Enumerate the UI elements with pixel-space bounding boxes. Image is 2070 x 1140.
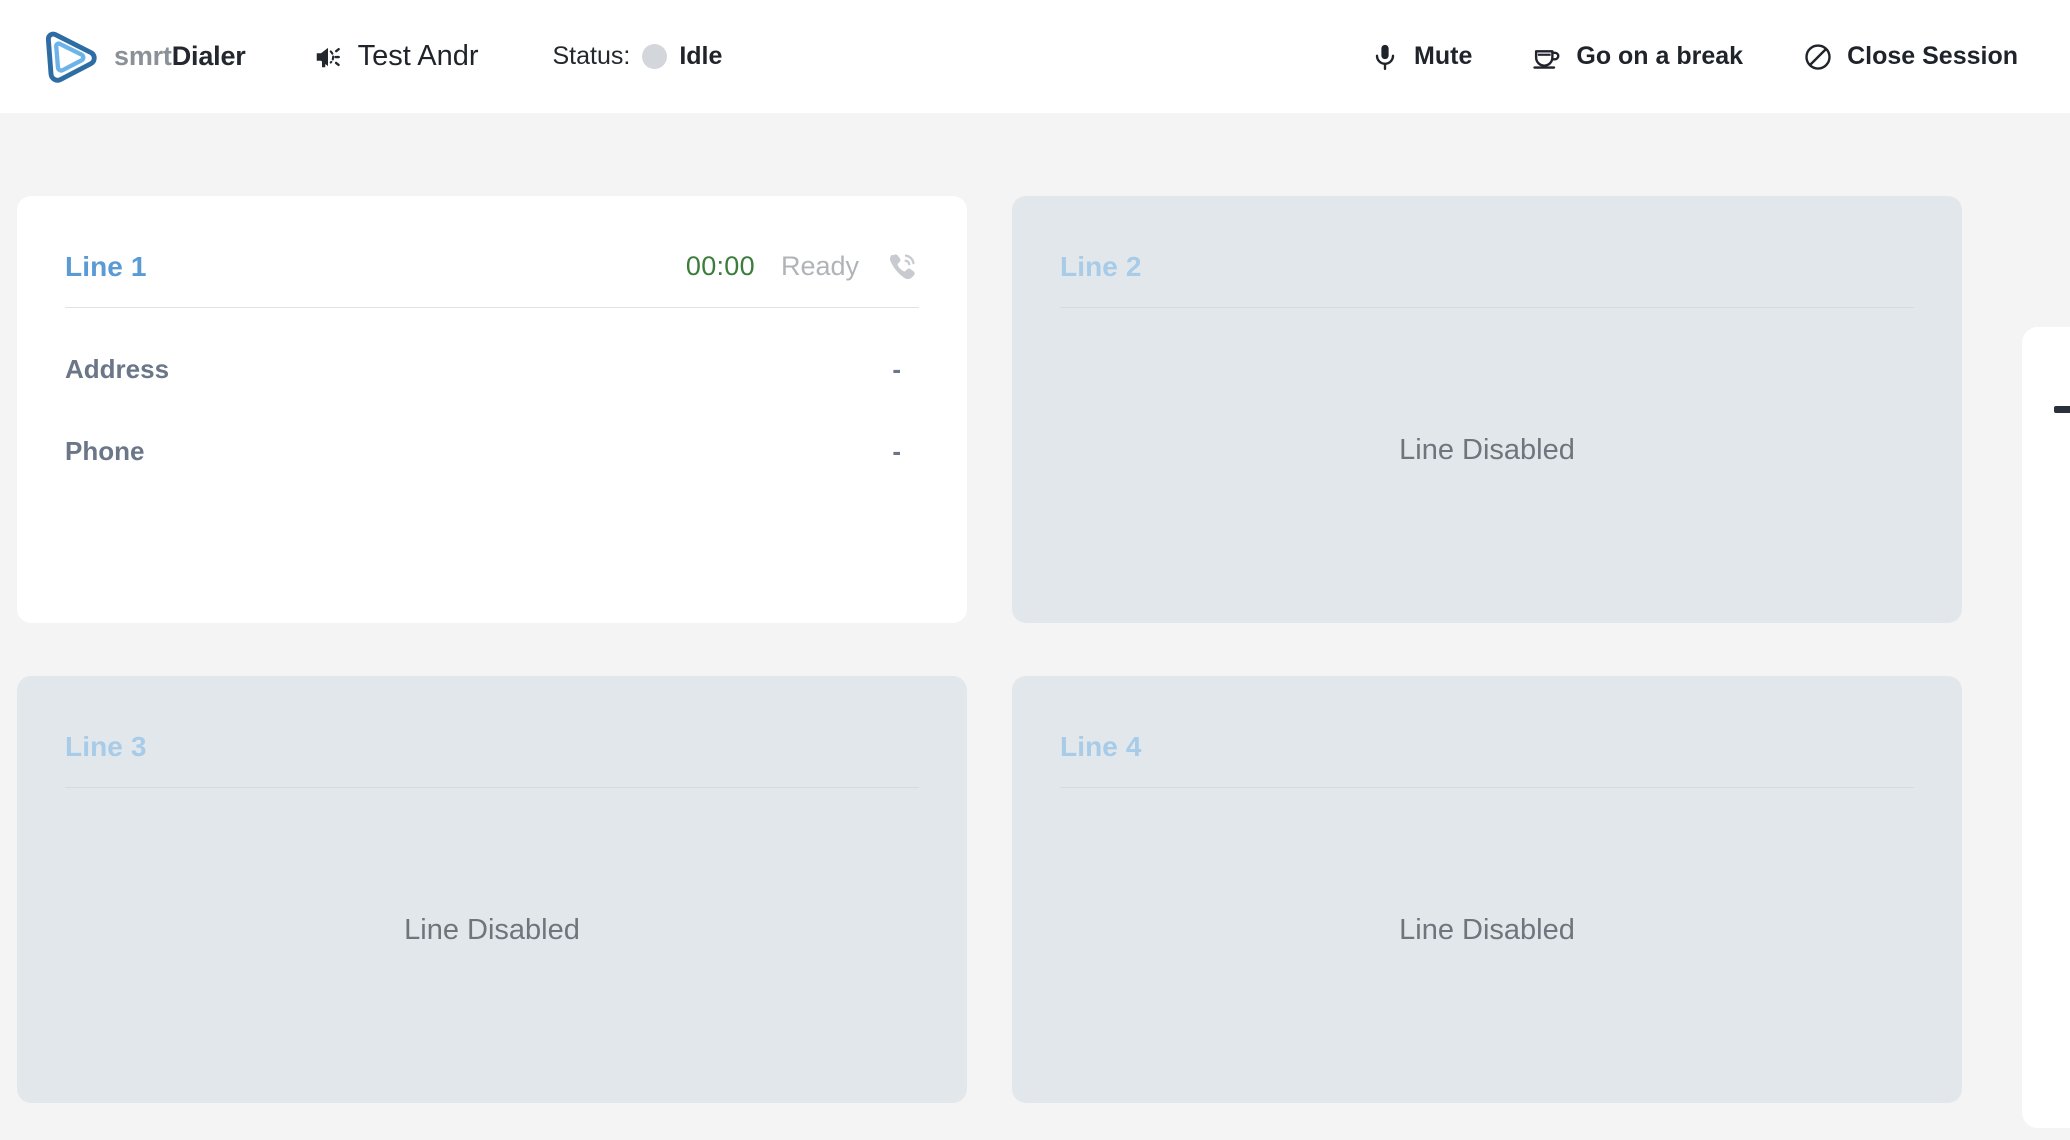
detail-value-address: - xyxy=(892,354,901,384)
close-session-button[interactable]: Close Session xyxy=(1773,42,2048,72)
brand-text-light: smrt xyxy=(114,41,172,71)
line-card-2-disabled-message: Line Disabled xyxy=(1399,434,1575,466)
phone-ringing-icon xyxy=(889,253,915,279)
line-card-4-header: Line 4 xyxy=(1060,706,1914,788)
line-card-4: Line 4 Line Disabled xyxy=(1012,676,1962,1103)
minus-dash-icon[interactable] xyxy=(2054,406,2070,413)
line-card-2-title: Line 2 xyxy=(1060,250,1142,282)
mute-button-label: Mute xyxy=(1414,42,1473,70)
lines-board: Line 1 00:00 Ready Address - Phone - Lin… xyxy=(0,113,2070,1140)
line-card-3-title: Line 3 xyxy=(65,730,147,762)
detail-label-phone: Phone xyxy=(65,436,145,466)
line-card-2-header: Line 2 xyxy=(1060,226,1914,308)
line-card-1-title: Line 1 xyxy=(65,250,147,282)
line-card-1-status-text: Ready xyxy=(780,251,859,281)
megaphone-icon xyxy=(316,47,340,67)
line-card-4-title: Line 4 xyxy=(1060,730,1142,762)
line-card-1-status-group: 00:00 Ready xyxy=(686,250,919,284)
right-side-panel[interactable] xyxy=(2022,327,2070,1128)
agent-status: Status: Idle xyxy=(552,42,722,71)
brand-wordmark: smrtDialer xyxy=(114,41,246,72)
line-card-1-timer: 00:00 xyxy=(685,251,755,281)
line-card-3-header: Line 3 xyxy=(65,706,919,788)
header-actions: Mute Go on a break Close Session xyxy=(1340,42,2048,72)
close-session-button-label: Close Session xyxy=(1847,42,2018,70)
app-header: smrtDialer Test Andr Status: Idle Mute G… xyxy=(0,0,2070,113)
lines-grid: Line 1 00:00 Ready Address - Phone - Lin… xyxy=(17,196,2070,1103)
status-label: Status: xyxy=(552,42,631,70)
status-value: Idle xyxy=(679,42,723,70)
brand-text-bold: Dialer xyxy=(171,41,246,71)
brand-logo-group[interactable]: smrtDialer xyxy=(42,27,246,87)
campaign-name: Test Andr xyxy=(357,40,479,72)
detail-row-address: Address - xyxy=(65,354,919,385)
coffee-cup-icon xyxy=(1533,49,1560,69)
line-card-1[interactable]: Line 1 00:00 Ready Address - Phone - xyxy=(17,196,967,623)
go-on-break-button-label: Go on a break xyxy=(1576,42,1744,70)
line-card-3-disabled-message: Line Disabled xyxy=(404,914,580,946)
line-card-2: Line 2 Line Disabled xyxy=(1012,196,1962,623)
detail-label-address: Address xyxy=(65,354,170,384)
smrtdialer-logo-icon xyxy=(45,31,97,83)
line-card-3: Line 3 Line Disabled xyxy=(17,676,967,1103)
prohibition-circle-icon xyxy=(1805,43,1831,70)
microphone-icon xyxy=(1375,44,1395,70)
line-card-4-disabled-message: Line Disabled xyxy=(1399,914,1575,946)
status-dot-icon xyxy=(642,44,668,69)
campaign-indicator: Test Andr xyxy=(314,40,479,73)
go-on-break-button[interactable]: Go on a break xyxy=(1502,42,1773,72)
detail-row-phone: Phone - xyxy=(65,436,919,467)
detail-value-phone: - xyxy=(892,436,901,466)
mute-button[interactable]: Mute xyxy=(1340,42,1502,72)
line-card-1-details: Address - Phone - xyxy=(65,308,919,467)
line-card-1-header: Line 1 00:00 Ready xyxy=(65,226,919,308)
